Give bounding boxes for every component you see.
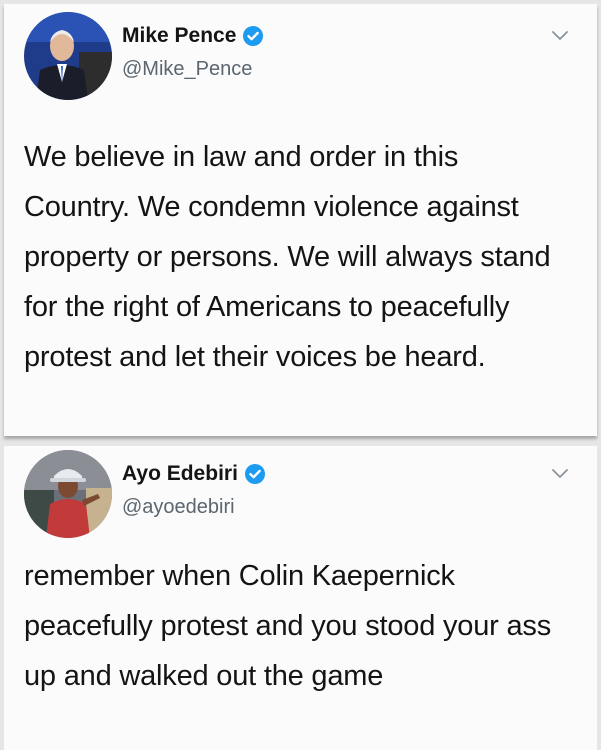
author-row: Mike Pence	[122, 24, 264, 48]
chevron-down-icon[interactable]	[551, 468, 569, 480]
avatar[interactable]	[24, 12, 112, 100]
verified-badge-icon	[244, 464, 265, 484]
author-handle[interactable]: @Mike_Pence	[122, 58, 252, 81]
profile-photo-icon	[24, 12, 112, 100]
tweet-card-pence[interactable]: Mike Pence @Mike_Pence We believe in law…	[4, 4, 597, 436]
profile-photo-icon	[24, 450, 112, 538]
author-row: Ayo Edebiri	[122, 462, 266, 486]
chevron-down-icon[interactable]	[551, 30, 569, 42]
tweet-text: We believe in law and order in this Coun…	[24, 141, 551, 373]
verified-badge-icon	[243, 26, 264, 46]
tweet-card-edebiri[interactable]: Ayo Edebiri @ayoedebiri remember when Co…	[4, 446, 597, 750]
avatar[interactable]	[24, 450, 112, 538]
tweet-text: remember when Colin Kaepernick peacefull…	[24, 560, 552, 692]
author-handle[interactable]: @ayoedebiri	[122, 496, 235, 519]
author-name[interactable]: Mike Pence	[122, 24, 236, 48]
author-name[interactable]: Ayo Edebiri	[122, 462, 238, 486]
